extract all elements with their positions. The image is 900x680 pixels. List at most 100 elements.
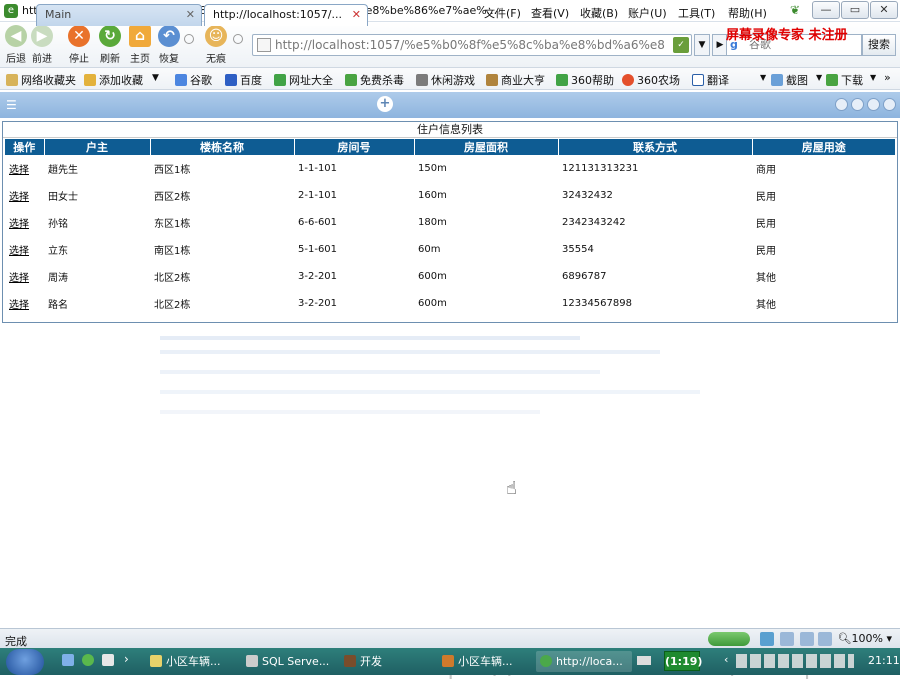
dropdown-dot-icon[interactable] [184, 34, 194, 44]
browser-icon [540, 655, 552, 667]
owner-cell: 路名 [48, 300, 68, 311]
header-action: 操作 [5, 139, 45, 155]
select-link[interactable]: 选择 [5, 236, 44, 263]
resident-grid: 住户信息列表 操作 户主 楼栋名称 房间号 房屋面积 联系方式 房屋用途 选择趙… [2, 121, 898, 323]
home-button[interactable]: ⌂ 主页 [124, 25, 156, 67]
desktop-quicklaunch-icon[interactable] [102, 654, 114, 666]
stop-button[interactable]: ✕ 停止 [63, 25, 95, 67]
select-link[interactable]: 选择 [5, 209, 44, 236]
fav-business[interactable]: 商业大亨 [486, 72, 545, 88]
stop-icon: ✕ [68, 25, 90, 47]
address-input[interactable] [275, 37, 665, 53]
tab-list-icon[interactable] [867, 98, 880, 111]
select-link[interactable]: 选择 [5, 263, 44, 290]
refresh-button[interactable]: ↻ 刷新 [94, 25, 126, 67]
chevron-down-icon[interactable]: ▼ [152, 73, 159, 83]
browser-quicklaunch-icon[interactable] [82, 654, 94, 666]
chevron-right-icon[interactable]: › [124, 652, 129, 666]
menu-view[interactable]: 查看(V) [531, 5, 569, 21]
network-icon[interactable] [760, 632, 774, 646]
keyboard-icon[interactable] [637, 656, 651, 665]
security-icon[interactable]: ✓ [673, 37, 689, 53]
more-chevron-icon[interactable]: » [884, 71, 891, 84]
taskbar-item[interactable]: SQL Serve... [242, 651, 334, 672]
chevron-left-icon[interactable]: ‹ [724, 653, 728, 666]
address-dropdown-button[interactable]: ▼ [694, 34, 710, 56]
menu-file[interactable]: 文件(F) [484, 5, 521, 21]
window-icon[interactable] [800, 632, 814, 646]
screenshot-button[interactable]: 截图 [771, 72, 808, 88]
favorites-bar: 网络收藏夹 添加收藏 ▼ 谷歌 百度 网址大全 免费杀毒 休闲游戏 商业大亨 3… [0, 68, 900, 90]
baidu-icon [225, 74, 237, 86]
back-arrow-icon: ◀ [5, 25, 27, 47]
start-button[interactable] [6, 649, 44, 675]
contact-cell: 12334567898 [562, 298, 632, 309]
fav-baidu[interactable]: 百度 [225, 72, 262, 88]
tab-control-icon[interactable] [835, 98, 848, 111]
faded-row [160, 370, 600, 374]
address-bar[interactable]: ✓ [252, 34, 692, 56]
farm-icon [622, 74, 634, 86]
fav-360-farm[interactable]: 360农场 [622, 72, 680, 88]
page-tools-icon[interactable] [780, 632, 794, 646]
favorites-link[interactable]: 网络收藏夹 [6, 72, 76, 88]
translate-button[interactable]: 翻译 [692, 72, 729, 88]
menu-account[interactable]: 账户(U) [628, 5, 667, 21]
select-link[interactable]: 选择 [5, 182, 44, 209]
header-building: 楼栋名称 [150, 139, 295, 155]
leaf-icon[interactable]: ❦ [790, 3, 800, 17]
menu-tools[interactable]: 工具(T) [678, 5, 715, 21]
download-button[interactable]: 下载 [826, 72, 863, 88]
taskbar-item-label: http://loca... [556, 655, 623, 668]
dropdown-dot-icon[interactable] [233, 34, 243, 44]
forward-button[interactable]: ▶ 前进 [26, 25, 58, 67]
globe-icon [274, 74, 286, 86]
maximize-button[interactable]: ▭ [841, 1, 869, 19]
menu-favorites[interactable]: 收藏(B) [580, 5, 618, 21]
tab-control-icon[interactable] [851, 98, 864, 111]
taskbar-item[interactable]: 开发 [340, 651, 432, 672]
tab-main[interactable]: Main ✕ [36, 4, 202, 26]
fav-360-help[interactable]: 360帮助 [556, 72, 614, 88]
usage-cell: 其他 [756, 273, 776, 284]
fav-antivirus[interactable]: 免费杀毒 [345, 72, 404, 88]
fav-google[interactable]: 谷歌 [175, 72, 212, 88]
chevron-down-icon[interactable]: ▼ [760, 73, 766, 82]
table-row: 选择 田女士 西区2栋 2-1-101 160m 32432432 民用 [5, 182, 895, 209]
incognito-button[interactable]: ☺ 无痕 [200, 25, 232, 67]
close-all-tabs-icon[interactable] [883, 98, 896, 111]
select-link[interactable]: 选择 [5, 290, 44, 317]
tab-active[interactable]: http://localhost:1057/... ✕ [204, 4, 368, 26]
close-tab-icon[interactable]: ✕ [352, 5, 361, 25]
zoom-level[interactable]: 🔍︎100% ▾ [838, 632, 892, 645]
minimize-button[interactable]: — [812, 1, 840, 19]
screen-icon[interactable] [818, 632, 832, 646]
tab-label: http://localhost:1057/... [213, 8, 342, 21]
sql-icon [246, 655, 258, 667]
tab-menu-icon[interactable]: ☰ [6, 98, 22, 112]
taskbar-item[interactable]: 小区车辆... [146, 651, 238, 672]
fav-site-directory[interactable]: 网址大全 [274, 72, 333, 88]
select-link[interactable]: 选择 [5, 155, 44, 182]
restore-button[interactable]: ↶ 恢复 [153, 25, 185, 67]
contact-cell: 32432432 [562, 190, 613, 201]
system-tray-icons[interactable] [736, 654, 854, 668]
add-favorite-link[interactable]: 添加收藏 [84, 72, 143, 88]
search-button[interactable]: 搜索 [862, 34, 896, 56]
fav-label: 网络收藏夹 [21, 74, 76, 87]
close-window-button[interactable]: ✕ [870, 1, 898, 19]
chevron-down-icon[interactable]: ▼ [870, 73, 876, 82]
taskbar-item-active[interactable]: http://loca... [536, 651, 632, 672]
recording-timer[interactable]: (1:19) [664, 651, 702, 671]
fav-games[interactable]: 休闲游戏 [416, 72, 475, 88]
owner-cell: 田女士 [48, 192, 78, 203]
menu-help[interactable]: 帮助(H) [728, 5, 767, 21]
taskbar-item[interactable]: 小区车辆... [438, 651, 530, 672]
ie-quicklaunch-icon[interactable] [62, 654, 74, 666]
new-tab-button[interactable]: + [377, 96, 393, 112]
accelerator-toggle-icon[interactable] [708, 632, 750, 646]
chevron-down-icon[interactable]: ▼ [816, 73, 822, 82]
close-tab-icon[interactable]: ✕ [186, 5, 195, 25]
hand-cursor-icon: ☝ [506, 478, 517, 499]
browser-logo-icon: e [4, 4, 18, 18]
